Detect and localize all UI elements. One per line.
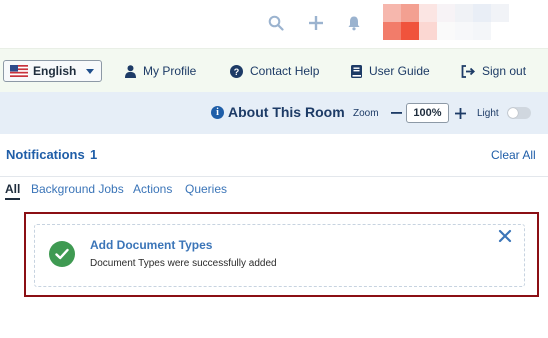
- language-select[interactable]: English: [3, 60, 102, 82]
- plus-icon: [454, 107, 466, 119]
- clear-all-button[interactable]: Clear All: [491, 148, 536, 162]
- sign-out-label: Sign out: [482, 64, 527, 78]
- user-guide-link[interactable]: User Guide: [351, 62, 430, 80]
- minus-icon: [390, 112, 402, 114]
- search-icon[interactable]: [267, 14, 285, 32]
- tabs-divider: [0, 176, 548, 177]
- book-icon: [351, 64, 362, 78]
- svg-text:?: ?: [234, 67, 240, 77]
- chevron-down-icon: [86, 69, 94, 74]
- tab-queries[interactable]: Queries: [185, 182, 227, 196]
- user-guide-label: User Guide: [369, 64, 430, 78]
- about-room-button[interactable]: i About This Room: [211, 104, 345, 120]
- my-profile-link[interactable]: My Profile: [125, 62, 196, 80]
- language-label: English: [33, 64, 77, 78]
- notification-message: Document Types were successfully added: [90, 258, 277, 269]
- help-icon: ?: [230, 64, 243, 78]
- notification-title[interactable]: Add Document Types: [90, 238, 212, 252]
- info-icon: i: [211, 105, 224, 119]
- user-avatar[interactable]: [383, 4, 523, 40]
- zoom-label: Zoom: [353, 108, 379, 119]
- toggle-knob: [508, 108, 518, 118]
- close-icon[interactable]: [498, 229, 514, 245]
- us-flag-icon: [10, 65, 28, 77]
- light-mode-toggle[interactable]: [507, 107, 531, 119]
- plus-icon[interactable]: [307, 14, 325, 32]
- my-profile-label: My Profile: [143, 64, 197, 78]
- notifications-title: Notifications: [6, 147, 85, 162]
- sign-out-icon: [461, 64, 475, 78]
- tab-all[interactable]: All: [5, 182, 20, 196]
- light-label: Light: [477, 108, 499, 119]
- person-icon: [125, 64, 136, 78]
- notification-card: [34, 224, 525, 287]
- sign-out-link[interactable]: Sign out: [461, 62, 526, 80]
- zoom-out-button[interactable]: [389, 104, 403, 122]
- tab-actions[interactable]: Actions: [133, 182, 172, 196]
- top-bar: [0, 0, 548, 48]
- room-toolbar: i About This Room Zoom 100% Light: [0, 92, 548, 134]
- active-tab-indicator: [5, 198, 20, 200]
- nav-bar: English My Profile ? Contact Help User G…: [0, 48, 548, 92]
- zoom-input[interactable]: 100%: [406, 103, 449, 123]
- zoom-in-button[interactable]: [453, 103, 467, 123]
- bell-icon[interactable]: [345, 14, 363, 32]
- about-room-label: About This Room: [228, 104, 345, 120]
- notifications-count: 1: [90, 147, 98, 162]
- success-check-icon: [49, 241, 75, 267]
- tab-background-jobs[interactable]: Background Jobs: [31, 182, 124, 196]
- contact-help-link[interactable]: ? Contact Help: [230, 62, 319, 80]
- contact-help-label: Contact Help: [250, 64, 320, 78]
